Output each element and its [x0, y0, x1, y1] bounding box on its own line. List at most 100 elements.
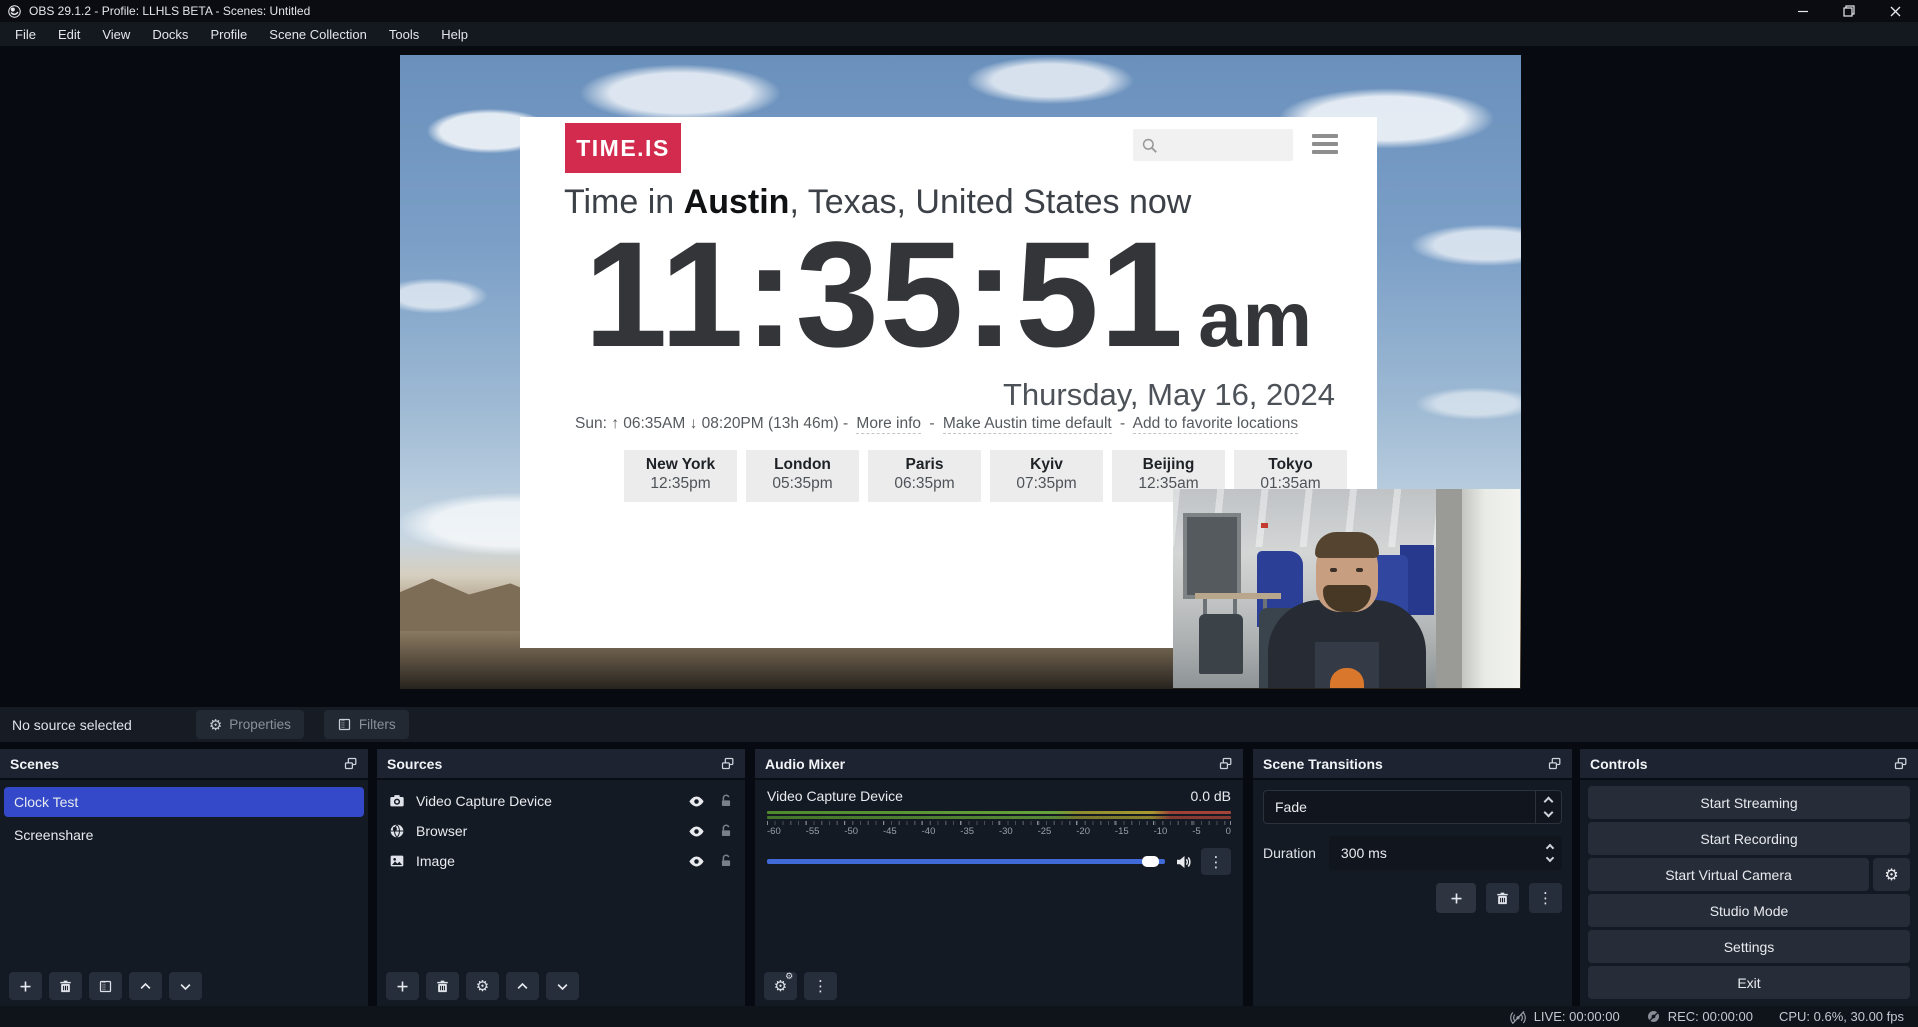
globe-icon: [389, 823, 405, 839]
timeis-clock: 11:35:51am: [520, 219, 1377, 369]
sources-panel: Sources Video Capture Device Browser: [377, 749, 745, 1006]
duration-label: Duration: [1263, 845, 1316, 861]
source-status-text: No source selected: [12, 717, 132, 733]
menu-view[interactable]: View: [91, 24, 141, 45]
volume-slider-handle[interactable]: [1142, 856, 1159, 867]
cpu-status: CPU: 0.6%, 30.00 fps: [1779, 1009, 1904, 1024]
audio-mixer-header: Audio Mixer: [755, 749, 1243, 780]
source-toolbar: No source selected ⚙ Properties Filters: [0, 707, 1918, 742]
popout-icon[interactable]: [1547, 756, 1562, 771]
scene-transitions-header: Scene Transitions: [1253, 749, 1572, 780]
scene-item-clock-test[interactable]: Clock Test: [4, 787, 364, 817]
visibility-eye-icon[interactable]: [688, 823, 705, 840]
gear-icon: ⚙: [209, 716, 222, 734]
remove-transition-button[interactable]: [1486, 883, 1519, 913]
menu-bar: File Edit View Docks Profile Scene Colle…: [0, 22, 1918, 46]
live-status: LIVE: 00:00:00: [1509, 1008, 1620, 1026]
add-scene-button[interactable]: [9, 972, 42, 1000]
source-item-video-capture[interactable]: Video Capture Device: [377, 786, 745, 816]
properties-button[interactable]: ⚙ Properties: [196, 710, 304, 739]
timeis-logo: TIME.IS: [565, 123, 681, 173]
status-bar: LIVE: 00:00:00 REC: 00:00:00 CPU: 0.6%, …: [0, 1006, 1918, 1027]
city-card: New York12:35pm: [624, 450, 737, 502]
menu-edit[interactable]: Edit: [47, 24, 91, 45]
restore-button[interactable]: [1826, 0, 1872, 22]
meter-scale: -60-55-50-45-40-35-30-25-20-15-10-50: [767, 826, 1231, 837]
scenes-header: Scenes: [0, 749, 368, 780]
timeis-date: Thursday, May 16, 2024: [1003, 377, 1335, 413]
record-inactive-icon: [1646, 1009, 1661, 1024]
mixer-channel-name: Video Capture Device: [767, 788, 903, 804]
menu-tools[interactable]: Tools: [378, 24, 430, 45]
volume-slider[interactable]: [767, 859, 1165, 864]
transition-select[interactable]: Fade: [1263, 790, 1562, 824]
scenes-panel: Scenes Clock Test Screenshare: [0, 749, 368, 1006]
lock-open-icon[interactable]: [719, 823, 733, 839]
mixer-options-button[interactable]: ⋮: [1201, 848, 1231, 875]
move-source-up-button[interactable]: [506, 972, 539, 1000]
exit-button[interactable]: Exit: [1588, 966, 1910, 999]
city-card: Paris06:35pm: [868, 450, 981, 502]
remove-scene-button[interactable]: [49, 972, 82, 1000]
popout-icon[interactable]: [1893, 756, 1908, 771]
webcam-video-source: [1173, 489, 1520, 688]
menu-help[interactable]: Help: [430, 24, 479, 45]
hamburger-menu-icon: [1312, 134, 1338, 158]
obs-window: OBS 29.1.2 - Profile: LLHLS BETA - Scene…: [0, 0, 1918, 1027]
popout-icon[interactable]: [343, 756, 358, 771]
minimize-button[interactable]: [1780, 0, 1826, 22]
menu-profile[interactable]: Profile: [199, 24, 258, 45]
title-bar: OBS 29.1.2 - Profile: LLHLS BETA - Scene…: [0, 0, 1918, 22]
move-scene-down-button[interactable]: [169, 972, 202, 1000]
source-properties-button[interactable]: ⚙: [466, 972, 499, 1000]
mixer-db-value: 0.0 dB: [1191, 788, 1231, 804]
virtual-camera-settings-button[interactable]: ⚙: [1873, 858, 1910, 891]
move-scene-up-button[interactable]: [129, 972, 162, 1000]
menu-docks[interactable]: Docks: [141, 24, 199, 45]
scene-filters-button[interactable]: [89, 972, 122, 1000]
popout-icon[interactable]: [1218, 756, 1233, 771]
audio-mixer-panel: Audio Mixer Video Capture Device 0.0 dB …: [755, 749, 1243, 1006]
timeis-sun-info: Sun: ↑ 06:35AM ↓ 08:20PM (13h 46m) - Mor…: [575, 415, 1337, 433]
close-button[interactable]: [1872, 0, 1918, 22]
scene-item-screenshare[interactable]: Screenshare: [4, 820, 364, 850]
source-item-image[interactable]: Image: [377, 846, 745, 876]
sources-header: Sources: [377, 749, 745, 780]
spinner-arrows-icon[interactable]: [1547, 841, 1559, 865]
advanced-audio-button[interactable]: ⚙⚙: [764, 972, 797, 1000]
transition-options-button[interactable]: ⋮: [1529, 883, 1562, 913]
studio-mode-button[interactable]: Studio Mode: [1588, 894, 1910, 927]
scene-transitions-panel: Scene Transitions Fade Duration 300 ms: [1253, 749, 1572, 1006]
audio-options-button[interactable]: ⋮: [804, 972, 837, 1000]
make-default-link: Make Austin time default: [943, 415, 1112, 434]
lock-open-icon[interactable]: [719, 793, 733, 809]
add-transition-button[interactable]: [1436, 883, 1476, 913]
start-streaming-button[interactable]: Start Streaming: [1588, 786, 1910, 819]
image-icon: [389, 853, 405, 869]
menu-scene-collection[interactable]: Scene Collection: [258, 24, 378, 45]
stream-inactive-icon: [1509, 1008, 1527, 1026]
chevron-up-down-icon[interactable]: [1535, 791, 1561, 823]
city-card: London05:35pm: [746, 450, 859, 502]
duration-spinner[interactable]: 300 ms: [1329, 836, 1562, 870]
search-icon: [1140, 136, 1159, 155]
move-source-down-button[interactable]: [546, 972, 579, 1000]
visibility-eye-icon[interactable]: [688, 853, 705, 870]
scenes-toolbar: [0, 966, 368, 1006]
add-source-button[interactable]: [386, 972, 419, 1000]
filters-button[interactable]: Filters: [324, 710, 409, 739]
start-recording-button[interactable]: Start Recording: [1588, 822, 1910, 855]
camera-icon: [389, 793, 405, 809]
settings-button[interactable]: Settings: [1588, 930, 1910, 963]
popout-icon[interactable]: [720, 756, 735, 771]
source-item-browser[interactable]: Browser: [377, 816, 745, 846]
remove-source-button[interactable]: [426, 972, 459, 1000]
preview-canvas[interactable]: TIME.IS Time in Austin, Texas, United St…: [400, 55, 1521, 689]
controls-header: Controls: [1580, 749, 1918, 780]
visibility-eye-icon[interactable]: [688, 793, 705, 810]
lock-open-icon[interactable]: [719, 853, 733, 869]
menu-file[interactable]: File: [4, 24, 47, 45]
start-virtual-camera-button[interactable]: Start Virtual Camera: [1588, 858, 1869, 891]
speaker-icon[interactable]: [1174, 853, 1192, 871]
city-card: Kyiv07:35pm: [990, 450, 1103, 502]
